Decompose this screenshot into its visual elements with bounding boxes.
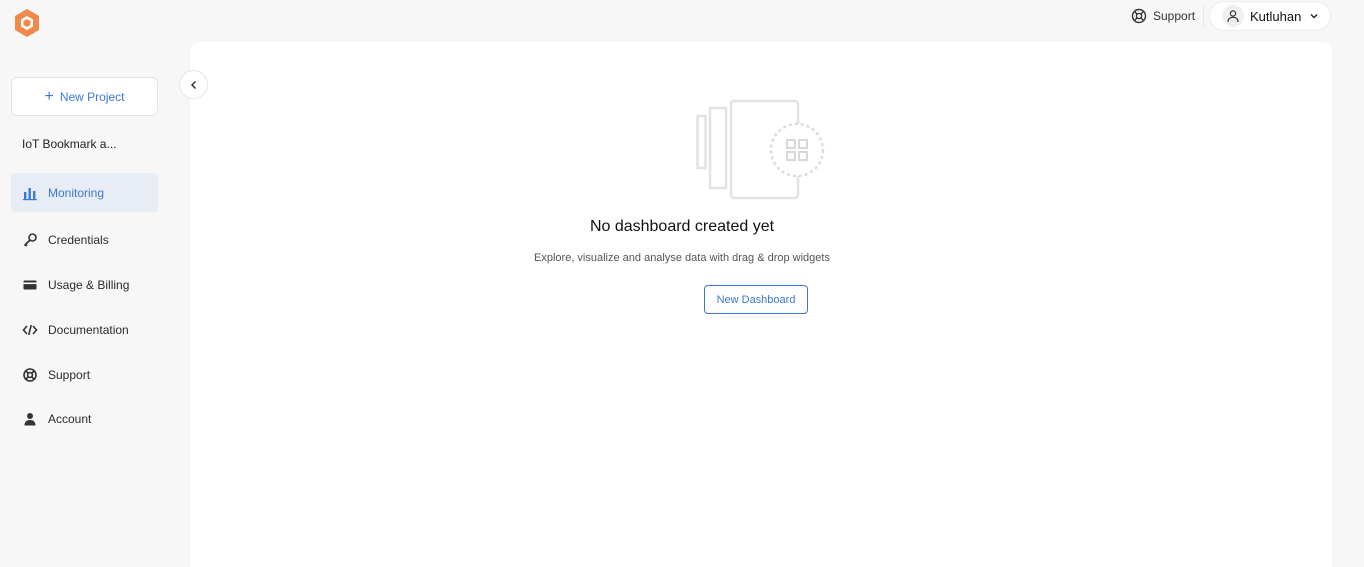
sidebar-item-label: Support	[48, 367, 91, 382]
header-support-link[interactable]: Support	[1131, 7, 1195, 25]
project-selector[interactable]: IoT Bookmark a...	[22, 137, 116, 151]
lifebuoy-icon	[23, 367, 37, 382]
bar-chart-icon	[23, 187, 37, 200]
sidebar-item-label: Documentation	[48, 322, 129, 337]
new-project-label: New Project	[59, 89, 125, 104]
lifebuoy-icon	[1131, 8, 1147, 24]
sidebar-item-label: Account	[48, 411, 92, 426]
user-icon	[24, 412, 36, 425]
empty-dashboard-illustration	[696, 99, 825, 200]
chevron-down-icon	[1310, 14, 1318, 19]
sidebar-item-usage-billing[interactable]: Usage & Billing	[11, 265, 158, 304]
avatar	[1222, 5, 1244, 27]
sidebar-item-documentation[interactable]: Documentation	[11, 310, 158, 349]
new-dashboard-button[interactable]: New Dashboard	[704, 285, 808, 314]
sidebar-item-monitoring[interactable]: Monitoring	[11, 173, 158, 212]
sidebar-item-label: Usage & Billing	[48, 277, 130, 292]
chevron-left-icon	[190, 80, 196, 89]
collapse-sidebar-button[interactable]	[179, 70, 208, 99]
new-project-button[interactable]: + New Project	[11, 77, 158, 116]
plus-icon: +	[44, 87, 54, 105]
user-name: Kutluhan	[1250, 8, 1302, 24]
credit-card-icon	[23, 280, 37, 289]
brand-logo[interactable]	[11, 7, 43, 39]
empty-state-title: No dashboard created yet	[589, 218, 775, 235]
user-outline-icon	[1227, 10, 1239, 23]
code-icon	[22, 324, 38, 335]
sidebar-item-account[interactable]: Account	[11, 399, 158, 438]
header-divider	[1203, 6, 1204, 28]
sidebar-item-label: Monitoring	[48, 185, 105, 200]
user-menu-button[interactable]: Kutluhan	[1209, 1, 1331, 31]
empty-state-subtitle: Explore, visualize and analyse data with…	[534, 252, 830, 264]
sidebar-item-support[interactable]: Support	[11, 355, 158, 394]
header-support-label: Support	[1153, 9, 1196, 23]
